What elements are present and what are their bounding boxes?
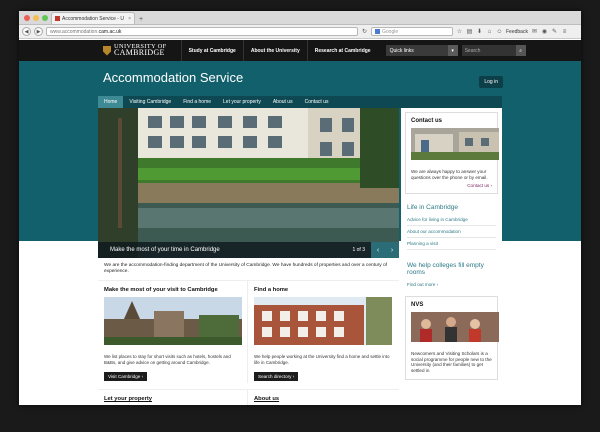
minimize-window-button[interactable] — [33, 15, 39, 21]
feature-row-2: Let your property About us — [98, 389, 399, 405]
nvs-box: NVS Newcomers and Visiting Scholars is a… — [405, 296, 499, 380]
quick-links-dropdown[interactable]: Quick links ▾ — [385, 45, 458, 56]
zoom-window-button[interactable] — [42, 15, 48, 21]
life-link-visit[interactable]: Planning a visit — [407, 238, 496, 251]
chevron-down-icon: ▾ — [447, 45, 458, 56]
nvs-title: NVS — [411, 302, 424, 309]
let-property-title[interactable]: Let your property — [104, 396, 241, 402]
feedback-button[interactable]: Feedback — [506, 29, 528, 35]
contact-image — [411, 128, 499, 160]
colleges-link[interactable]: Find out more › — [407, 279, 496, 290]
find-home-text: We help people working at the University… — [254, 354, 390, 365]
life-title[interactable]: Life in Cambridge — [407, 204, 496, 211]
nav-about-us[interactable]: About us — [267, 96, 299, 108]
university-nav: Study at Cambridge About the University … — [180, 40, 378, 61]
visit-image — [104, 297, 242, 345]
bookmarks-icon[interactable]: ▤ — [466, 28, 473, 35]
logo-text: UNIVERSITY OF CAMBRIDGE — [114, 43, 167, 57]
nav-contact-us[interactable]: Contact us — [299, 96, 335, 108]
nav-study[interactable]: Study at Cambridge — [180, 40, 243, 61]
forward-arrow-icon[interactable]: ▶ — [34, 27, 43, 36]
window-controls — [24, 15, 48, 21]
contact-text: We are always happy to answer your quest… — [411, 169, 488, 180]
find-home-column: Find a home We help people working at th… — [248, 281, 398, 383]
tools-icon[interactable]: ✎ — [551, 28, 558, 35]
nav-about-university[interactable]: About the University — [242, 40, 307, 61]
quick-links-label: Quick links — [389, 47, 414, 54]
tab-close-icon[interactable]: × — [128, 16, 131, 22]
visit-cambridge-button[interactable]: Visit Cambridge › — [104, 372, 148, 382]
nav-find-a-home[interactable]: Find a home — [177, 96, 217, 108]
star-icon[interactable]: ☆ — [456, 28, 463, 35]
hero-carousel[interactable]: Make the most of your time in Cambridge … — [98, 108, 399, 258]
prev-arrow-icon[interactable]: ‹ — [371, 242, 385, 258]
download-icon[interactable]: ⬇ — [476, 28, 483, 35]
hero-image — [98, 108, 399, 258]
nav-home[interactable]: Home — [98, 96, 124, 108]
visit-title[interactable]: Make the most of your visit to Cambridge — [104, 287, 241, 293]
site-title[interactable]: Accommodation Service — [103, 70, 243, 85]
intro-text: We are the accommodation-finding departm… — [98, 258, 399, 281]
site-search-input[interactable]: Search ⌕ — [461, 45, 526, 56]
about-us-column: About us — [248, 390, 398, 405]
address-bar[interactable]: www.accommodation. cam.ac.uk — [46, 27, 358, 36]
hero-arrows: ‹ › — [371, 242, 399, 258]
tab-title: Accommodation Service - U — [62, 15, 124, 22]
visit-column: Make the most of your visit to Cambridge… — [98, 281, 248, 384]
menu-icon[interactable]: ≡ — [561, 29, 568, 35]
sidebar: Contact us We are always happy to answer… — [401, 108, 502, 405]
logo-line2: CAMBRIDGE — [114, 48, 165, 57]
university-header: UNIVERSITY OF CAMBRIDGE Study at Cambrid… — [19, 40, 581, 61]
browser-search-placeholder: Google — [382, 28, 399, 35]
close-window-button[interactable] — [24, 15, 30, 21]
nav-research[interactable]: Research at Cambridge — [306, 40, 378, 61]
search-directory-button[interactable]: Search directory › — [254, 372, 299, 382]
crest-icon — [103, 45, 111, 56]
browser-window: Accommodation Service - U × + ◀ ▶ www.ac… — [19, 11, 581, 405]
about-us-title[interactable]: About us — [254, 396, 392, 402]
hero-caption-bar: Make the most of your time in Cambridge … — [98, 242, 399, 258]
next-arrow-icon[interactable]: › — [385, 242, 399, 258]
home-icon[interactable]: ⌂ — [486, 29, 493, 35]
sync-icon[interactable]: ☺ — [496, 29, 503, 35]
contact-link[interactable]: Contact us › — [411, 183, 492, 188]
search-icon[interactable]: ⌕ — [515, 45, 526, 56]
site-nav: Home Visiting Cambridge Find a home Let … — [98, 96, 502, 108]
nav-let-your-property[interactable]: Let your property — [217, 96, 267, 108]
life-link-advice[interactable]: Advice for living in Cambridge — [407, 214, 496, 227]
contact-title: Contact us — [411, 118, 443, 124]
favicon-icon — [55, 16, 60, 21]
addon-icon[interactable]: ✉ — [531, 28, 538, 35]
find-home-title[interactable]: Find a home — [254, 287, 392, 293]
new-tab-button[interactable]: + — [139, 16, 143, 23]
tab-bar: Accommodation Service - U × + — [19, 11, 581, 25]
main-content: We are the accommodation-finding departm… — [98, 258, 399, 405]
colleges-title[interactable]: We help colleges fill empty rooms — [407, 262, 496, 276]
contact-box: Contact us We are always happy to answer… — [405, 112, 499, 195]
google-icon — [375, 29, 380, 34]
reload-icon[interactable]: ↻ — [361, 28, 368, 35]
website: UNIVERSITY OF CAMBRIDGE Study at Cambrid… — [19, 40, 581, 405]
site-search-placeholder: Search — [464, 47, 481, 54]
back-arrow-icon[interactable]: ◀ — [22, 27, 31, 36]
let-property-column: Let your property — [98, 390, 248, 405]
browser-toolbar: ◀ ▶ www.accommodation. cam.ac.uk ↻ Google… — [19, 25, 581, 39]
feature-row: Make the most of your visit to Cambridge… — [98, 281, 399, 384]
shield-addon-icon[interactable]: ◉ — [541, 28, 548, 35]
hero-caption: Make the most of your time in Cambridge — [110, 247, 220, 253]
life-link-accommodation[interactable]: About our accommodation — [407, 226, 496, 239]
hero-pager: 1 of 3 — [352, 247, 365, 253]
login-button[interactable]: Log in — [479, 76, 503, 88]
browser-search-input[interactable]: Google — [371, 27, 453, 36]
browser-tab[interactable]: Accommodation Service - U × — [51, 12, 135, 24]
university-logo[interactable]: UNIVERSITY OF CAMBRIDGE — [103, 43, 167, 57]
find-home-image — [254, 297, 392, 345]
url-prefix: www.accommodation. — [50, 28, 99, 35]
nvs-text: Newcomers and Visiting Scholars is a soc… — [411, 351, 492, 373]
nvs-image — [411, 312, 499, 343]
visit-text: We list places to stay for short visits … — [104, 354, 231, 365]
url-domain: cam.ac.uk — [98, 28, 122, 35]
nav-visiting-cambridge[interactable]: Visiting Cambridge — [123, 96, 177, 108]
